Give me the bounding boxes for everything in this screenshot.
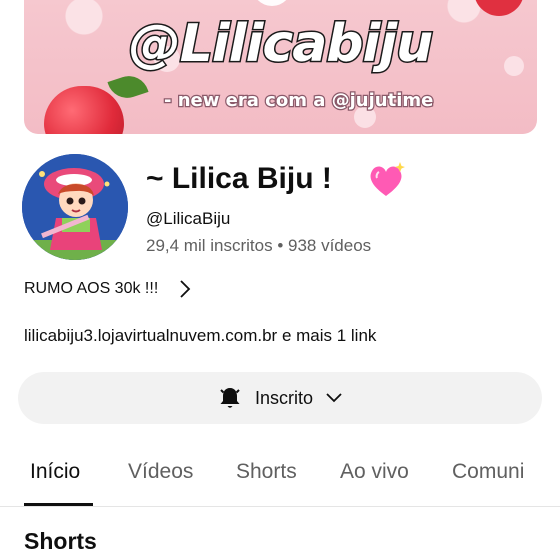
tab-shorts[interactable]: Shorts xyxy=(236,460,297,484)
channel-stats: 29,4 mil inscritos • 938 vídeos xyxy=(146,236,372,255)
chevron-right-icon xyxy=(180,280,191,298)
chevron-down-icon xyxy=(326,393,342,403)
sparkling-heart-icon xyxy=(370,162,405,196)
bell-icon xyxy=(220,388,240,408)
channel-description-row[interactable]: RUMO AOS 30k !!! xyxy=(24,278,192,300)
channel-name: ~ Lilica Biju ! xyxy=(146,162,332,195)
tab-comunidade[interactable]: Comuni xyxy=(452,460,524,484)
subscribed-button[interactable]: Inscrito xyxy=(18,372,542,424)
channel-description: RUMO AOS 30k !!! xyxy=(24,280,159,297)
channel-banner: @Lilicabiju - new era com a @jujutime xyxy=(24,0,537,134)
subscribed-label: Inscrito xyxy=(254,387,314,408)
channel-handle: @LilicaBiju xyxy=(146,209,231,228)
channel-links[interactable]: lilicabiju3.lojavirtualnuvem.com.br e ma… xyxy=(24,326,376,346)
flower-graphic xyxy=(252,0,292,6)
tab-ao-vivo[interactable]: Ao vivo xyxy=(340,460,409,484)
channel-avatar[interactable] xyxy=(22,154,128,260)
active-tab-indicator xyxy=(24,503,93,506)
tab-videos[interactable]: Vídeos xyxy=(128,460,193,484)
tab-inicio[interactable]: Início xyxy=(30,460,80,484)
strawberry-graphic xyxy=(44,86,124,134)
banner-subtitle: - new era com a @jujutime xyxy=(163,89,435,113)
banner-title: @Lilicabiju xyxy=(127,13,434,76)
channel-tabs: Início Vídeos Shorts Ao vivo Comuni xyxy=(0,448,560,507)
shorts-section-title: Shorts xyxy=(24,528,97,554)
